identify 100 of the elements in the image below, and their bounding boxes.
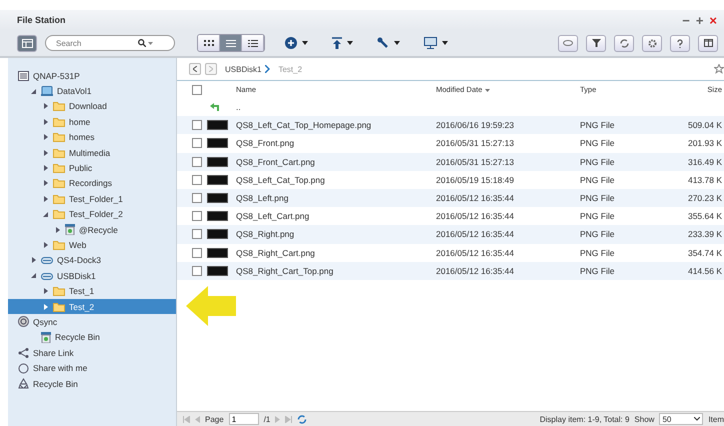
expand-arrow-icon[interactable]	[44, 134, 48, 140]
breadcrumb-link[interactable]: USBDisk1	[225, 64, 262, 74]
refresh-icon[interactable]	[297, 414, 308, 424]
pointer-arrow-drawing	[186, 286, 236, 326]
expand-arrow-icon[interactable]	[44, 180, 48, 186]
tree-item[interactable]: home	[8, 114, 176, 130]
modified-date: 2016/05/12 16:35:44	[436, 193, 515, 204]
parent-folder-entry[interactable]: ..	[236, 102, 436, 112]
file-row[interactable]: QS8_Right.png 2016/05/12 16:35:44 PNG File 233.39 K	[177, 225, 724, 244]
tree-item[interactable]: Web	[8, 237, 176, 253]
close-button[interactable]: ×	[706, 12, 720, 28]
sidebar-toggle-button[interactable]	[17, 34, 37, 52]
tree-item[interactable]: Download	[8, 98, 176, 114]
chevron-right-icon	[265, 65, 270, 73]
tree-item[interactable]: Test_Folder_1	[8, 191, 176, 207]
expand-arrow-icon[interactable]	[44, 118, 48, 125]
panel-icon	[22, 38, 32, 48]
row-checkbox[interactable]	[192, 266, 202, 276]
expand-arrow-icon[interactable]	[56, 226, 60, 233]
view-switcher[interactable]	[197, 34, 265, 52]
maximize-button[interactable]: +	[692, 12, 706, 28]
file-row[interactable]: QS8_Left.png 2016/05/12 16:35:44 PNG File 270.23 K	[177, 188, 724, 208]
settings-button[interactable]	[642, 34, 662, 52]
tree-item[interactable]: USBDisk1	[8, 268, 176, 284]
tree-item[interactable]: Qsync	[8, 314, 176, 330]
view-mode-button[interactable]	[198, 35, 220, 51]
expand-arrow-icon[interactable]	[44, 304, 48, 310]
row-checkbox[interactable]	[192, 248, 202, 258]
view-mode-button[interactable]	[242, 35, 264, 51]
star-icon[interactable]	[714, 64, 724, 74]
file-row[interactable]: QS8_Front_Cart.png 2016/05/31 15:27:13 PNG File 316.49 K	[177, 152, 724, 171]
refresh-button[interactable]	[614, 34, 634, 52]
folder-icon	[53, 194, 65, 204]
folder-icon	[53, 302, 65, 312]
row-checkbox[interactable]	[192, 193, 202, 204]
caret-icon	[347, 41, 353, 45]
image-thumbnail	[207, 266, 228, 276]
list-view-icon	[226, 40, 236, 46]
file-type: PNG File	[580, 248, 616, 258]
tree-item[interactable]: QNAP-531P	[8, 68, 176, 84]
tree-item[interactable]: Share with me	[8, 360, 176, 376]
filter-button[interactable]	[586, 34, 606, 52]
modified-date: 2016/05/31 15:27:13	[436, 156, 515, 167]
collapse-arrow-icon[interactable]	[31, 88, 36, 94]
expand-arrow-icon[interactable]	[44, 288, 48, 294]
file-row[interactable]: QS8_Left_Cat_Top_Homepage.png 2016/06/16 19:59:23 PNG File 509.04 K	[177, 116, 724, 134]
tree-item[interactable]: Recycle Bin	[8, 330, 176, 346]
show-label: Show	[634, 414, 654, 424]
page-input[interactable]: 1	[228, 413, 259, 425]
file-row[interactable]: QS8_Right_Cart_Top.png 2016/05/12 16:35:44 PNG File 414.56 K	[177, 262, 724, 280]
tree-item[interactable]: Public	[8, 160, 176, 176]
tree-item[interactable]: Recycle Bin	[8, 376, 176, 392]
search-field[interactable]: Search	[45, 35, 175, 51]
expand-arrow-icon[interactable]	[44, 150, 48, 156]
expand-arrow-icon[interactable]	[32, 257, 36, 264]
tree-item[interactable]: Test_1	[8, 283, 176, 299]
expand-arrow-icon[interactable]	[44, 103, 48, 110]
details-view-icon	[248, 40, 258, 46]
row-checkbox[interactable]	[192, 156, 202, 167]
row-checkbox[interactable]	[192, 211, 202, 222]
trash-can-icon	[41, 332, 51, 343]
tree-item[interactable]: Test_2	[8, 298, 176, 314]
row-checkbox[interactable]	[192, 120, 202, 130]
tree-item[interactable]: Test_Folder_2	[8, 206, 176, 222]
trash-can-icon	[65, 224, 75, 236]
back-arrow-icon[interactable]	[210, 103, 219, 112]
tree-item[interactable]: QS4-Dock3	[8, 252, 176, 268]
minimize-button[interactable]: −	[679, 12, 693, 28]
search-input[interactable]: Search	[56, 38, 136, 48]
tree-item[interactable]: Share Link	[8, 345, 176, 360]
share-icon	[18, 348, 29, 358]
tree-item[interactable]: DataVol1	[8, 83, 176, 99]
caret-icon	[442, 41, 448, 45]
expand-arrow-icon[interactable]	[44, 196, 48, 202]
collapse-arrow-icon[interactable]	[43, 212, 48, 217]
help-button[interactable]	[670, 34, 690, 52]
page-size-select[interactable]: 50	[659, 413, 704, 425]
row-checkbox[interactable]	[192, 138, 202, 148]
preview-button[interactable]	[558, 34, 578, 52]
layout-button[interactable]	[698, 34, 718, 52]
modified-date: 2016/05/12 16:35:44	[436, 229, 515, 240]
file-type: PNG File	[580, 138, 616, 148]
row-checkbox[interactable]	[192, 174, 202, 185]
caret-icon	[302, 41, 308, 45]
select-all-checkbox[interactable]	[192, 84, 202, 94]
tree-item[interactable]: @Recycle	[8, 222, 176, 238]
tree-item[interactable]: Recordings	[8, 176, 176, 192]
modified-date: 2016/05/12 16:35:44	[436, 266, 515, 276]
row-checkbox[interactable]	[192, 229, 202, 240]
back-button[interactable]	[189, 63, 201, 75]
folder-icon	[53, 178, 65, 188]
upload-icon	[332, 37, 342, 49]
drive-icon	[41, 256, 53, 264]
expand-arrow-icon[interactable]	[44, 165, 48, 172]
expand-arrow-icon[interactable]	[44, 242, 48, 248]
tree-item[interactable]: Multimedia	[8, 144, 176, 160]
collapse-arrow-icon[interactable]	[31, 273, 36, 278]
columns-icon	[704, 39, 712, 47]
tree-item[interactable]: homes	[8, 130, 176, 145]
settings-icon	[648, 38, 656, 48]
